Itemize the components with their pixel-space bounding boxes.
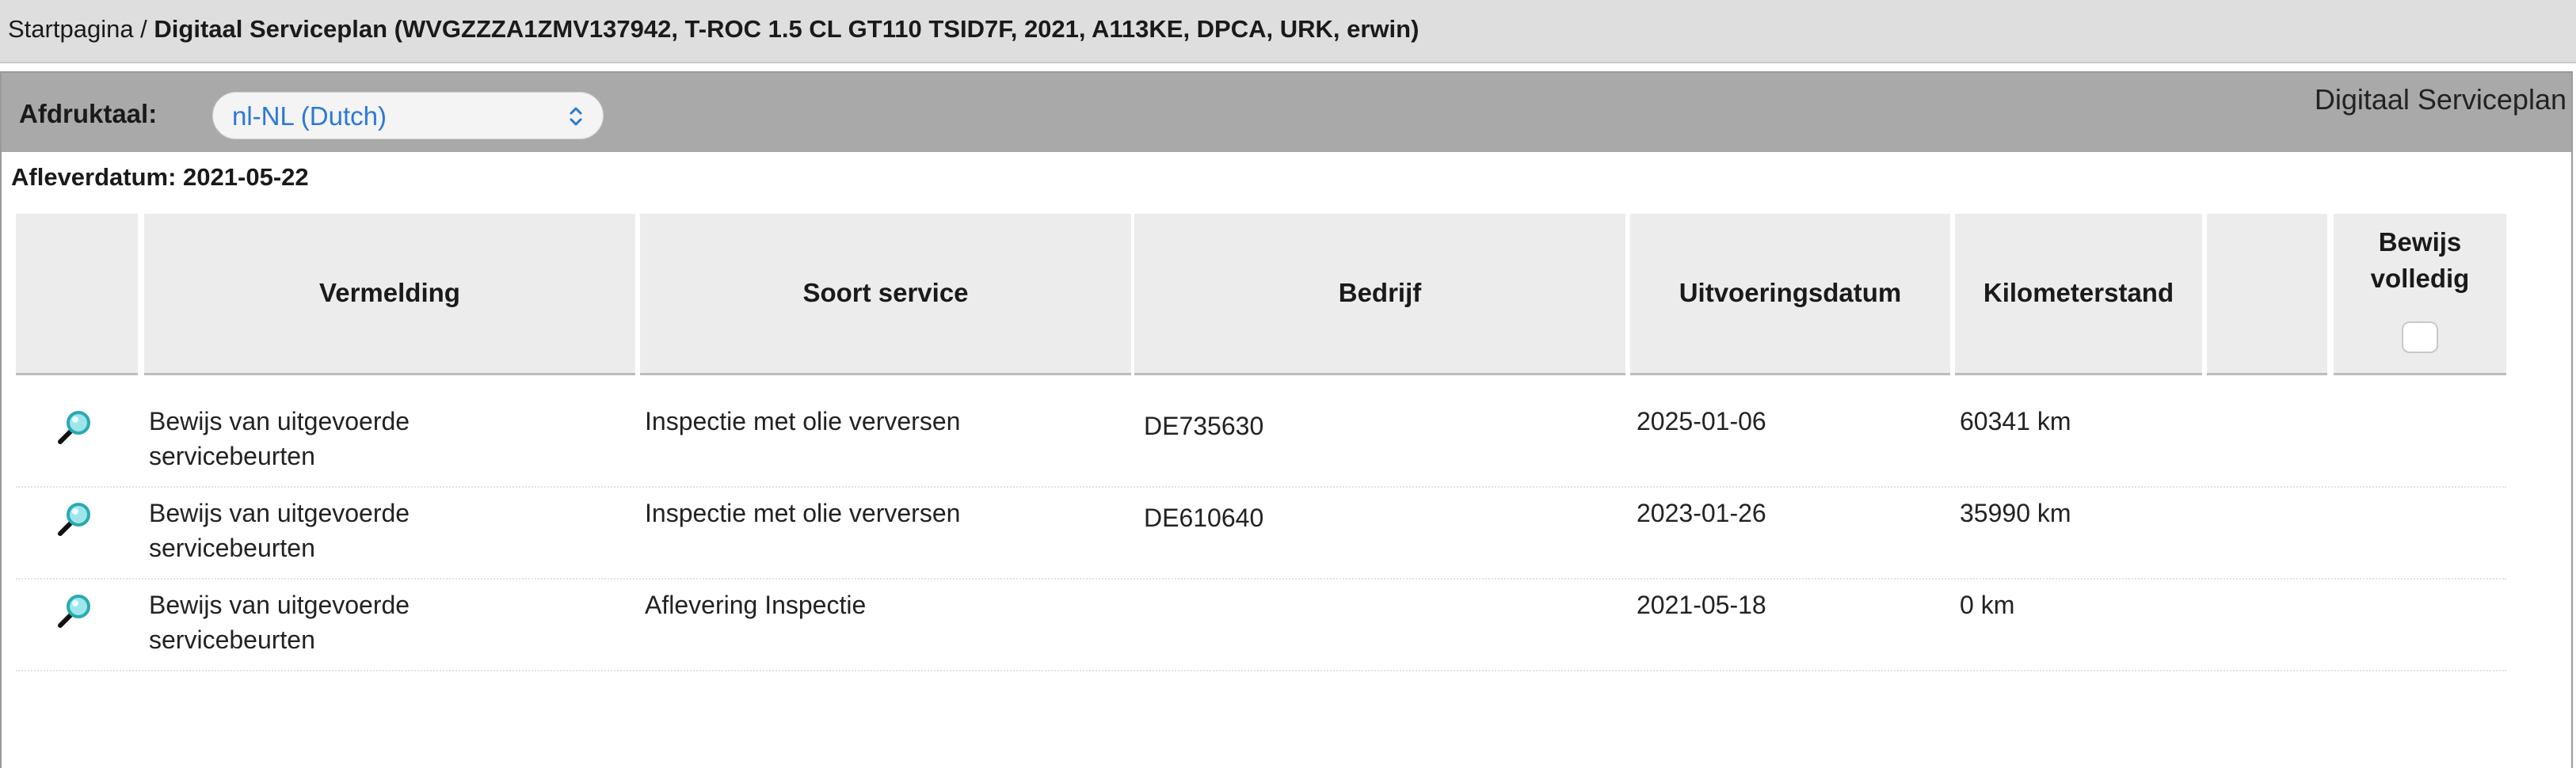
row2-mileage: 35990 km <box>1960 499 2071 527</box>
header-date: Uitvoeringsdatum <box>1630 214 1950 375</box>
row2-service-type: Inspectie met olie verversen <box>645 499 961 527</box>
breadcrumb-separator: / <box>133 15 154 43</box>
magnifier-icon[interactable] <box>52 497 97 542</box>
header-company-label: Bedrijf <box>1338 278 1422 307</box>
header-icon-column <box>16 214 138 375</box>
breadcrumb-bar: Startpagina / Digitaal Serviceplan (WVGZ… <box>0 0 2576 63</box>
header-service-type: Soort service <box>640 214 1131 375</box>
panel-header: Afdruktaal: nl-NL (Dutch) Digitaal Servi… <box>2 73 2571 152</box>
row2-entry-line2: servicebeurten <box>149 534 315 562</box>
header-proof-label-line2: volledig <box>2370 264 2470 293</box>
print-language-select[interactable]: nl-NL (Dutch) <box>212 92 604 139</box>
row2-entry-line1: Bewijs van uitgevoerde <box>149 499 410 527</box>
header-mileage: Kilometerstand <box>1955 214 2202 375</box>
breadcrumb-home-link[interactable]: Startpagina <box>8 15 134 43</box>
row-separator <box>16 670 2506 671</box>
row-separator <box>16 578 2506 580</box>
updown-chevron-icon <box>570 107 582 126</box>
row3-entry-line2: servicebeurten <box>149 625 315 654</box>
row1-service-type: Inspectie met olie verversen <box>645 407 961 435</box>
row1-entry-line1: Bewijs van uitgevoerde <box>149 407 410 435</box>
print-language-value: nl-NL (Dutch) <box>232 101 387 131</box>
row3-date: 2021-05-18 <box>1637 591 1766 619</box>
row3-service-type: Aflevering Inspectie <box>645 591 867 619</box>
magnifier-icon[interactable] <box>52 589 97 633</box>
row3-entry-line1: Bewijs van uitgevoerde <box>149 591 410 619</box>
row2-date: 2023-01-26 <box>1637 499 1766 527</box>
row1-company: DE735630 <box>1144 412 1264 440</box>
proof-complete-checkbox[interactable] <box>2402 321 2438 353</box>
breadcrumb-current: Digitaal Serviceplan (WVGZZZA1ZMV137942,… <box>154 15 1419 43</box>
delivery-date: Afleverdatum: 2021-05-22 <box>11 163 309 191</box>
service-plan-panel: Afdruktaal: nl-NL (Dutch) Digitaal Servi… <box>0 71 2573 768</box>
row1-entry-line2: servicebeurten <box>149 442 315 470</box>
magnifier-icon[interactable] <box>52 405 97 450</box>
print-language-label: Afdruktaal: <box>19 99 158 128</box>
header-mileage-label: Kilometerstand <box>1983 278 2174 307</box>
header-entry: Vermelding <box>144 214 635 375</box>
header-empty-column <box>2207 214 2327 375</box>
row1-mileage: 60341 km <box>1960 407 2071 435</box>
breadcrumb: Startpagina / Digitaal Serviceplan (WVGZ… <box>8 13 1419 45</box>
header-service-type-label: Soort service <box>802 278 969 307</box>
header-proof-complete: Bewijs volledig <box>2334 214 2506 375</box>
header-proof-label-line1: Bewijs <box>2378 227 2462 257</box>
row-separator <box>16 486 2506 488</box>
header-entry-label: Vermelding <box>319 278 460 307</box>
row1-entry: Bewijs van uitgevoerde servicebeurten <box>149 404 410 473</box>
row2-entry: Bewijs van uitgevoerde servicebeurten <box>149 496 410 565</box>
row3-mileage: 0 km <box>1960 591 2015 619</box>
header-date-label: Uitvoeringsdatum <box>1679 278 1902 307</box>
row3-entry: Bewijs van uitgevoerde servicebeurten <box>149 587 410 657</box>
row2-company: DE610640 <box>1144 504 1264 532</box>
header-company: Bedrijf <box>1134 214 1625 375</box>
panel-title: Digitaal Serviceplan <box>2314 83 2566 116</box>
row1-date: 2025-01-06 <box>1637 407 1766 435</box>
